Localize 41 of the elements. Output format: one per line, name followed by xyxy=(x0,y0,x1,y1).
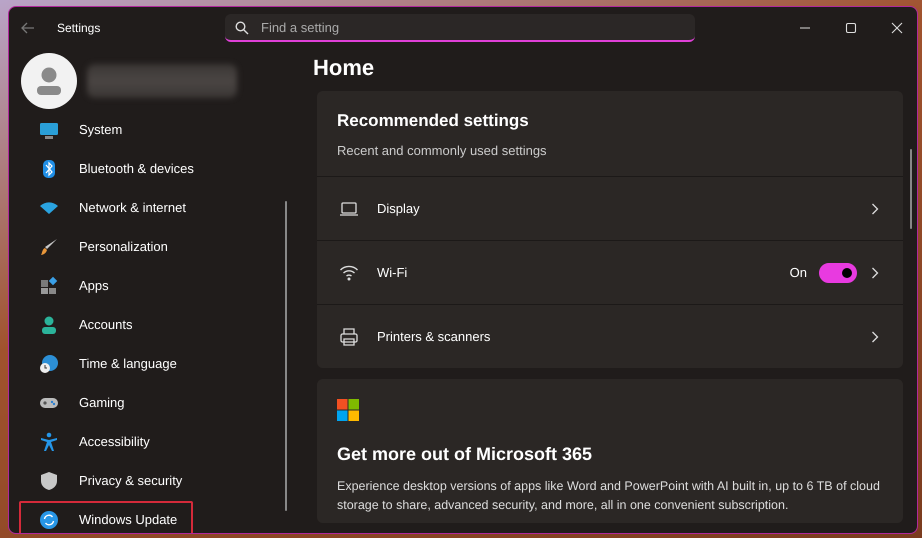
sidebar-item[interactable]: Apps xyxy=(19,267,211,304)
wifi-toggle[interactable] xyxy=(819,262,857,282)
setting-row[interactable]: Wi-Fi On xyxy=(317,241,903,305)
chevron-right-icon xyxy=(871,266,879,278)
nav-icon xyxy=(39,354,59,374)
setting-row[interactable]: Printers & scanners xyxy=(317,305,903,368)
sidebar-item[interactable]: Accounts xyxy=(19,306,211,343)
chevron-right-icon xyxy=(871,202,879,214)
promo-title: Get more out of Microsoft 365 xyxy=(337,444,594,465)
sidebar-item[interactable]: Network & internet xyxy=(19,189,211,226)
sidebar-item[interactable]: Personalization xyxy=(19,228,211,265)
row-icon xyxy=(339,326,359,346)
nav-icon xyxy=(39,432,59,452)
promo-text: Experience desktop versions of apps like Word and PowerPoint with AI built in, up to 6 TB of cloud storage to share, advanced security, and more, all in one convenient subscription. xyxy=(337,478,881,514)
avatar-icon xyxy=(21,53,77,109)
sidebar-item[interactable]: Windows Update xyxy=(19,501,193,533)
nav-icon xyxy=(39,314,59,334)
window-title: Settings xyxy=(57,21,102,35)
nav-icon xyxy=(39,510,59,530)
sidebar-item[interactable]: Gaming xyxy=(19,384,211,421)
maximize-icon[interactable] xyxy=(845,22,857,34)
sidebar-item[interactable]: Time & language xyxy=(19,345,211,382)
nav-icon xyxy=(39,276,59,296)
card-subtitle: Recent and commonly used settings xyxy=(337,143,548,158)
nav-icon xyxy=(39,470,59,490)
sidebar-item[interactable]: System xyxy=(19,111,211,148)
scrollbar[interactable] xyxy=(285,201,287,511)
search-field[interactable]: Find a setting xyxy=(225,14,695,42)
sidebar-item[interactable]: Accessibility xyxy=(19,423,211,460)
close-icon[interactable] xyxy=(891,22,903,34)
sidebar-item[interactable]: Bluetooth & devices xyxy=(19,150,211,187)
toggle-status: On xyxy=(790,265,807,280)
back-arrow-icon[interactable] xyxy=(21,22,35,34)
nav-icon xyxy=(39,236,59,256)
sidebar-item[interactable]: Privacy & security xyxy=(19,462,211,499)
page-title: Home xyxy=(313,55,376,81)
card-title: Recommended settings xyxy=(337,111,530,131)
scrollbar[interactable] xyxy=(910,149,912,229)
chevron-right-icon xyxy=(871,330,879,342)
setting-row[interactable]: Display xyxy=(317,177,903,241)
windows-logo-icon xyxy=(337,399,359,421)
